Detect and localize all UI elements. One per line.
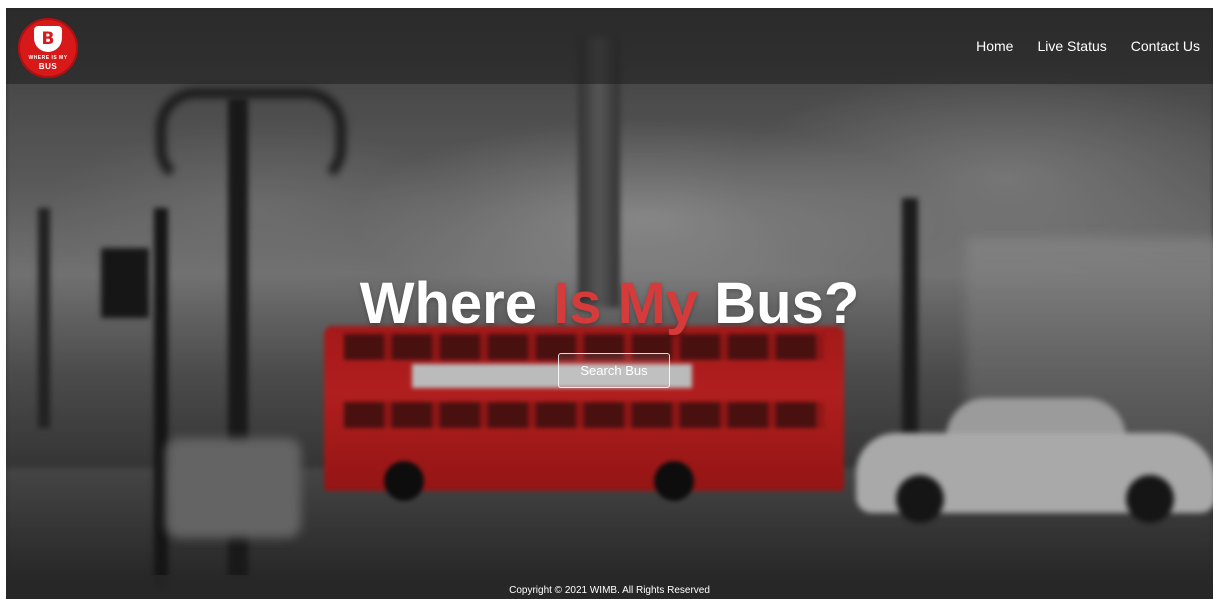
main-nav: Home Live Status Contact Us [976,38,1200,54]
hero-title-part2: Bus? [698,271,860,336]
hero-title: Where Is My Bus? [6,270,1213,337]
hero-title-accent: Is My [553,271,699,336]
page-frame: B WHERE IS MY BUS Home Live Status Conta… [6,8,1213,599]
search-bus-button[interactable]: Search Bus [558,353,670,388]
logo-letter: B [41,29,55,49]
logo-word: BUS [38,62,58,71]
site-logo[interactable]: B WHERE IS MY BUS [18,18,78,78]
shield-icon: B [34,26,62,52]
site-footer: Copyright © 2021 WIMB. All Rights Reserv… [6,575,1213,599]
nav-contact-us-link[interactable]: Contact Us [1131,38,1200,54]
site-header: B WHERE IS MY BUS Home Live Status Conta… [6,8,1213,84]
footer-copyright: Copyright © 2021 WIMB. All Rights Reserv… [509,585,710,596]
nav-live-status-link[interactable]: Live Status [1037,38,1106,54]
logo-tagline: WHERE IS MY [28,55,68,61]
nav-home-link[interactable]: Home [976,38,1013,54]
hero-title-part1: Where [359,271,554,336]
